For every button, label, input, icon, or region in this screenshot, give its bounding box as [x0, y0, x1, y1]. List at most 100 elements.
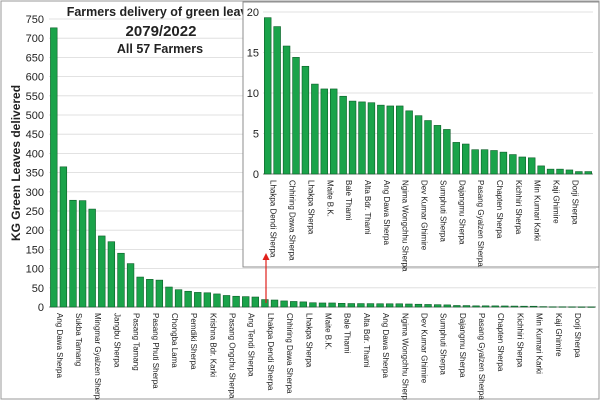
inset-bar — [462, 143, 470, 175]
inset-bar — [405, 110, 413, 175]
main-xtick-label: Pasang Gyalzen Sherpa — [477, 313, 486, 400]
inset-bar — [584, 171, 592, 175]
main-xtick-label: Chapten Sherpa — [496, 313, 505, 372]
inset-bar — [396, 105, 404, 175]
main-xtick-label: Jangbu Sherpa — [112, 313, 121, 368]
main-bar — [261, 299, 269, 308]
main-bar — [395, 303, 403, 308]
main-bar — [126, 263, 135, 308]
main-bar — [242, 296, 250, 308]
main-xtick-label: Kaji Ghimire — [554, 313, 563, 357]
main-xtick-label: Dorji Sherpa — [573, 313, 582, 358]
main-bar — [165, 286, 173, 308]
inset-bar — [565, 169, 574, 175]
inset-ytick-label: 10 — [247, 88, 259, 100]
main-xtick-label: Sukba Tamang — [74, 313, 83, 366]
main-bar — [222, 295, 231, 308]
main-ytick-label: 0 — [38, 302, 44, 314]
main-bar — [366, 303, 375, 308]
main-bar — [405, 303, 413, 308]
main-bar — [184, 290, 192, 308]
main-bar — [213, 293, 221, 308]
main-xtick-label: Pemdiki Sherpa — [189, 313, 198, 370]
main-bar — [520, 305, 528, 308]
main-ytick-label: 150 — [26, 244, 44, 256]
inset-xtick-label: Bale Thami — [344, 180, 353, 221]
main-xtick-label: Bale Thami — [343, 313, 352, 354]
main-ytick-label: 500 — [26, 110, 44, 122]
main-ytick-label: 50 — [32, 283, 44, 295]
inset-ytick-label: 5 — [253, 129, 259, 141]
main-bar — [146, 279, 154, 308]
main-xtick-label: Lhakpa Dendi Sherpa — [266, 313, 275, 391]
main-bar — [539, 306, 547, 308]
main-xtick-label: Dajangmu Sherpa — [458, 313, 467, 378]
main-bar — [568, 306, 576, 308]
inset-bar — [452, 142, 460, 175]
main-bar — [78, 200, 87, 308]
inset-ytick-label: 20 — [247, 7, 259, 19]
main-ytick-label: 700 — [26, 33, 44, 45]
main-xtick-label: Dev Kumar Ghimire — [419, 313, 428, 384]
main-ytick-label: 650 — [26, 52, 44, 64]
inset-bar — [311, 83, 319, 175]
inset-xtick-label: Alta Bdr. Thami — [363, 180, 372, 235]
main-xtick-label: Chongba Lama — [170, 313, 179, 368]
inset-bar — [537, 165, 545, 175]
chart-subtitle: 2079/2022 — [126, 23, 197, 40]
inset-bar — [301, 65, 310, 175]
inset-bar — [339, 95, 347, 175]
main-bar — [491, 305, 499, 308]
main-xtick-label: Ngima Wongchhu Sherpa — [400, 313, 409, 400]
main-bar — [529, 305, 538, 308]
main-ytick-label: 750 — [26, 14, 44, 26]
main-bar — [462, 305, 471, 308]
main-bar — [270, 299, 279, 308]
main-xtick-label: Pasang Ongchu Sherpa — [228, 313, 237, 399]
main-bar — [481, 305, 490, 308]
main-bar — [50, 27, 58, 308]
chart-container: 0 50 100 150 200 250 300 350 400 450 500 550 600 650 7… — [0, 0, 600, 405]
main-bar — [136, 276, 144, 308]
main-ytick-label: 250 — [26, 206, 44, 218]
inset-bar — [556, 168, 564, 175]
main-y-axis-label: KG Green Leaves delivered — [9, 85, 23, 241]
chart-svg: 0501001502002503003504004505005506006507… — [0, 0, 600, 405]
inset-xtick-label: Min Kumari Karki — [533, 180, 542, 241]
main-ytick-label: 450 — [26, 129, 44, 141]
inset-xtick-label: Pasang Gyalzen Sherpa — [476, 180, 485, 267]
inset-bar — [320, 88, 328, 175]
main-bar — [194, 292, 202, 308]
inset-bar — [433, 125, 442, 175]
inset-bar — [528, 157, 536, 175]
inset-bar — [386, 105, 394, 175]
main-xtick-label: Sumphuti Sherpa — [439, 313, 448, 375]
inset-bar — [490, 150, 498, 175]
inset-bar — [273, 26, 281, 175]
inset-xtick-label: Dorji Sherpa — [570, 180, 579, 225]
main-ytick-label: 550 — [26, 91, 44, 103]
main-bar — [117, 252, 125, 308]
main-xtick-label: Min Kumari Karki — [535, 313, 544, 374]
main-bar — [88, 208, 96, 308]
main-xtick-label: Krishna Bdr. Karki — [208, 313, 217, 377]
main-ytick-label: 400 — [26, 148, 44, 160]
main-bar — [338, 303, 346, 308]
main-bar — [357, 303, 365, 308]
main-bar — [232, 295, 240, 308]
main-xtick-label: Chhiring Dawa Sherpa — [285, 313, 294, 394]
main-bar — [290, 301, 298, 308]
inset-bar — [443, 129, 451, 175]
main-ytick-label: 300 — [26, 187, 44, 199]
main-bar — [501, 305, 509, 308]
inset-xtick-label: Ngima Wongchhu Sherpa — [401, 180, 410, 272]
inset-xtick-label: Lhakpa Sherpa — [306, 180, 315, 235]
main-xtick-label: Ang Dawa Sherpa — [381, 313, 390, 378]
inset-bar — [471, 149, 479, 175]
main-bar — [472, 305, 480, 308]
main-xtick-label: Lhakpa Sherpa — [304, 313, 313, 368]
inset-bar — [424, 120, 432, 175]
main-bar — [69, 199, 77, 308]
main-ytick-label: 600 — [26, 72, 44, 84]
inset-bar — [509, 154, 517, 175]
